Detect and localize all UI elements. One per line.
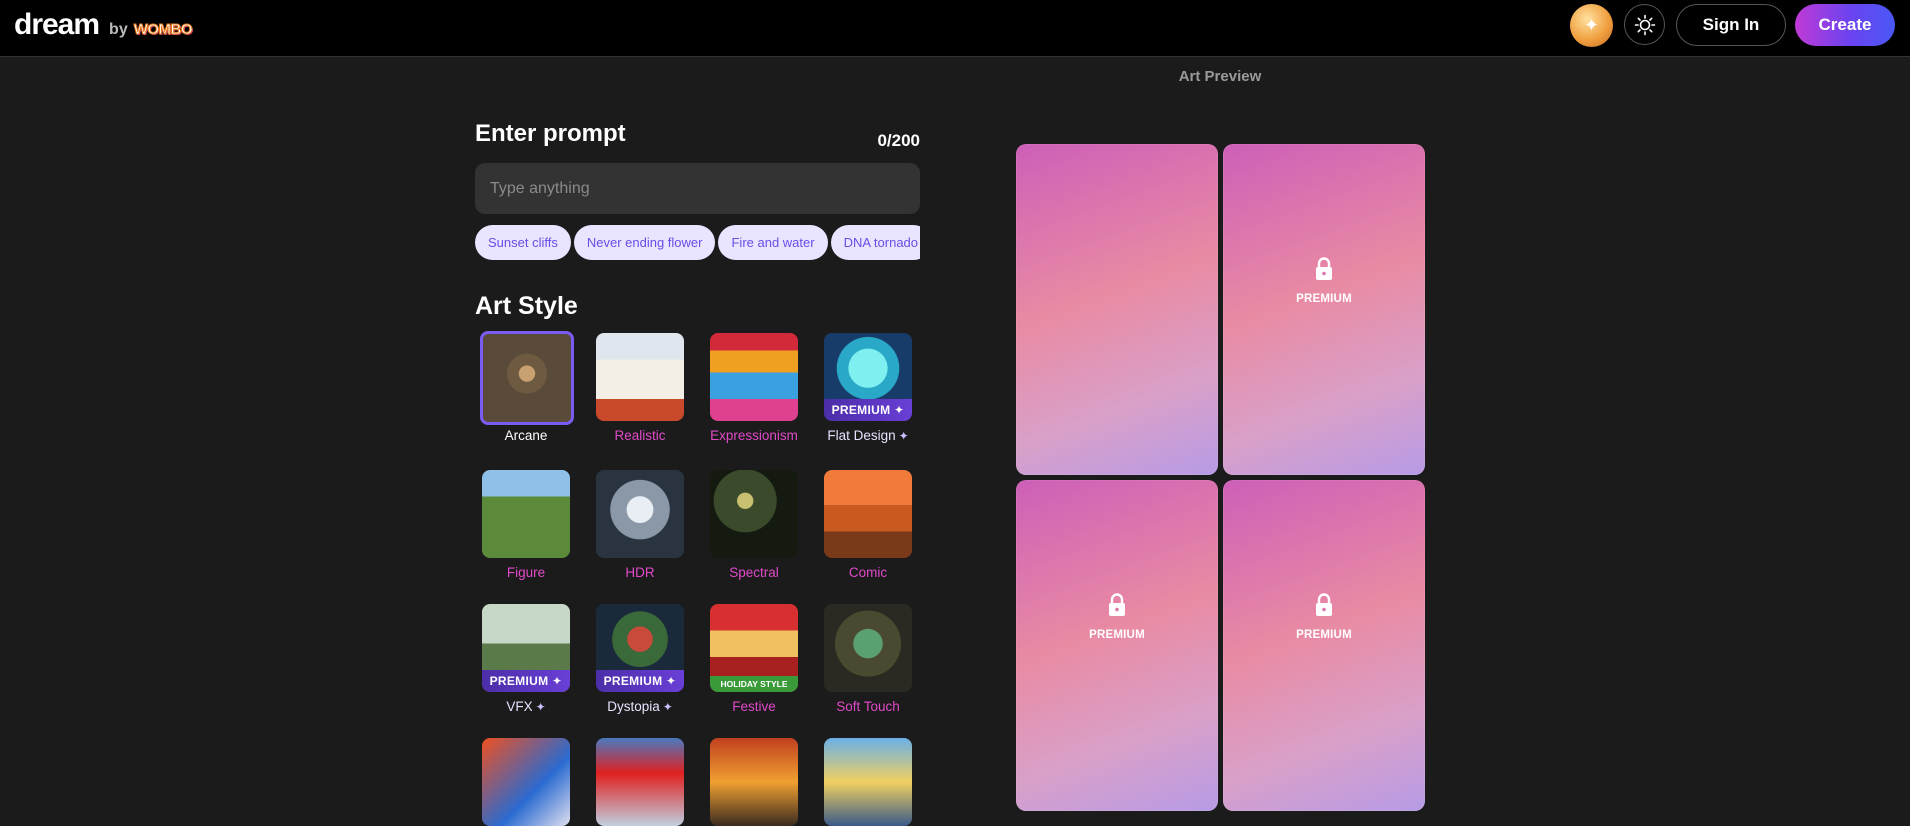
lock-icon [1316, 593, 1332, 616]
sparkle-icon: ✦ [894, 403, 905, 417]
style-label-text: VFX [506, 699, 533, 714]
style-thumbnail: HOLIDAY STYLE [710, 604, 798, 692]
premium-label: PREMIUM [1296, 293, 1352, 305]
style-thumbnail [596, 470, 684, 558]
holiday-style-badge: HOLIDAY STYLE [710, 676, 798, 692]
prompt-suggestion-chips: Sunset cliffs Never ending flower Fire and… [475, 225, 920, 260]
sparkle-icon: ✦ [666, 674, 677, 688]
sun-icon [1634, 14, 1655, 35]
style-label-text: Flat Design [827, 428, 896, 443]
style-thumbnail [710, 333, 798, 421]
premium-badge: PREMIUM ✦ [824, 399, 912, 421]
style-label: Figure [506, 565, 546, 580]
style-label: Arcane [504, 428, 548, 443]
create-button[interactable]: Create [1795, 4, 1895, 46]
premium-badge: PREMIUM ✦ [482, 670, 570, 692]
style-label: Dystopia ✦ [592, 699, 688, 714]
style-thumbnail: PREMIUM ✦ [482, 604, 570, 692]
logo-by-text: by [109, 21, 128, 38]
style-label: Festive [732, 699, 776, 714]
suggestion-chip[interactable]: Fire and water [718, 225, 828, 260]
logo-dream-text: dream [14, 8, 100, 41]
style-thumbnail [482, 738, 570, 826]
premium-lock: PREMIUM [1223, 256, 1425, 305]
logo[interactable]: dream by WOMBO [14, 8, 193, 42]
style-label: Expressionism [710, 428, 798, 443]
sparkle-icon: ✦ [662, 700, 673, 714]
style-thumbnail [480, 331, 574, 425]
suggestion-chip[interactable]: Sunset cliffs [475, 225, 571, 260]
premium-badge: PREMIUM ✦ [596, 670, 684, 692]
top-navbar: dream by WOMBO ✦ Sign In Create [0, 0, 1910, 57]
style-thumbnail: PREMIUM ✦ [824, 333, 912, 421]
style-label: Spectral [729, 565, 779, 580]
premium-badge-text: PREMIUM [831, 403, 891, 417]
style-thumbnail: PREMIUM ✦ [596, 604, 684, 692]
style-thumbnail [710, 470, 798, 558]
art-preview-heading: Art Preview [1178, 68, 1262, 85]
preview-card-locked[interactable]: PREMIUM [1223, 480, 1425, 811]
sign-in-button[interactable]: Sign In [1676, 4, 1786, 46]
style-thumbnail [824, 604, 912, 692]
suggestion-chip[interactable]: Never ending flower [573, 225, 716, 260]
preview-card-locked[interactable]: PREMIUM [1016, 480, 1218, 811]
lock-icon [1109, 593, 1125, 616]
style-label-text: Dystopia [607, 699, 660, 714]
style-thumbnail [596, 333, 684, 421]
premium-label: PREMIUM [1089, 629, 1145, 641]
premium-lock: PREMIUM [1016, 592, 1218, 641]
style-label: Realistic [614, 428, 666, 443]
style-thumbnail [824, 738, 912, 826]
sparkle-avatar-icon[interactable]: ✦ [1570, 4, 1613, 47]
theme-toggle-button[interactable] [1624, 4, 1665, 45]
premium-lock: PREMIUM [1223, 592, 1425, 641]
style-label: Flat Design ✦ [820, 428, 916, 443]
preview-card-locked[interactable]: PREMIUM [1223, 144, 1425, 475]
style-thumbnail [596, 738, 684, 826]
art-style-heading: Art Style [475, 292, 578, 320]
style-thumbnail [710, 738, 798, 826]
premium-badge-text: PREMIUM [603, 674, 663, 688]
suggestion-chip[interactable]: DNA tornado [830, 225, 920, 260]
sparkle-icon: ✦ [535, 700, 546, 714]
style-thumbnail [824, 470, 912, 558]
premium-label: PREMIUM [1296, 629, 1352, 641]
style-label: Soft Touch [836, 699, 900, 714]
style-label: HDR [625, 565, 655, 580]
style-label: VFX ✦ [478, 699, 574, 714]
prompt-input[interactable] [475, 163, 920, 214]
prompt-char-counter: 0/200 [877, 131, 920, 150]
style-label: Comic [848, 565, 888, 580]
logo-wombo-text: WOMBO [133, 21, 193, 39]
lock-icon [1316, 257, 1332, 280]
preview-card [1016, 144, 1218, 475]
style-thumbnail [482, 470, 570, 558]
prompt-heading: Enter prompt [475, 120, 626, 147]
premium-badge-text: PREMIUM [489, 674, 549, 688]
sparkle-icon: ✦ [552, 674, 563, 688]
sparkle-icon: ✦ [898, 429, 909, 443]
